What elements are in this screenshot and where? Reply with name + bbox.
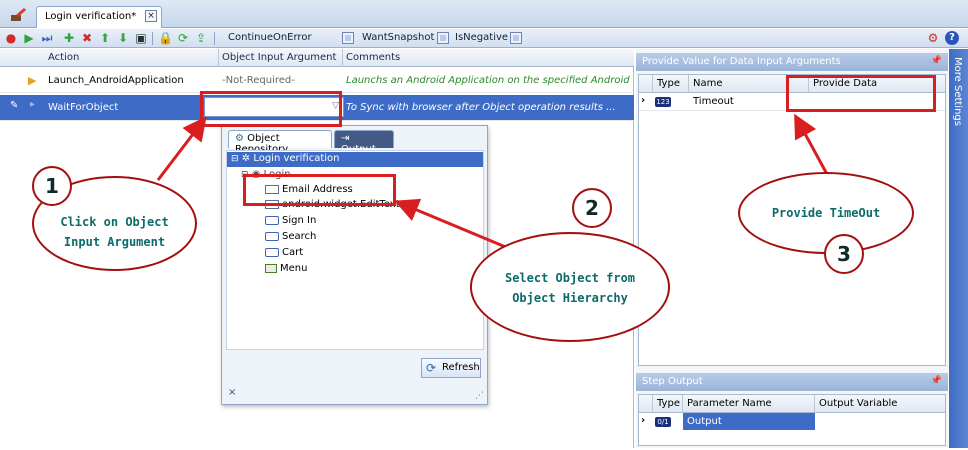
arrow-step3 xyxy=(794,113,830,177)
callout-line: Input Argument xyxy=(63,235,166,249)
callout-step1-text: Click on Object Input Argument xyxy=(42,212,187,252)
step-number-1: 1 xyxy=(32,166,72,206)
arrow-step2 xyxy=(394,198,509,250)
callout-line: Object Hierarchy xyxy=(512,291,628,305)
callout-step3-text: Provide TimeOut xyxy=(746,203,906,223)
callout-line: Click on Object xyxy=(60,215,169,229)
step-number-2: 2 xyxy=(572,188,612,228)
step-number-3: 3 xyxy=(824,234,864,274)
callout-line: Select Object from xyxy=(504,271,636,285)
callout-step2-text: Select Object from Object Hierarchy xyxy=(482,268,658,308)
callout-line: Provide TimeOut xyxy=(771,206,881,220)
arrow-step1 xyxy=(156,116,207,181)
